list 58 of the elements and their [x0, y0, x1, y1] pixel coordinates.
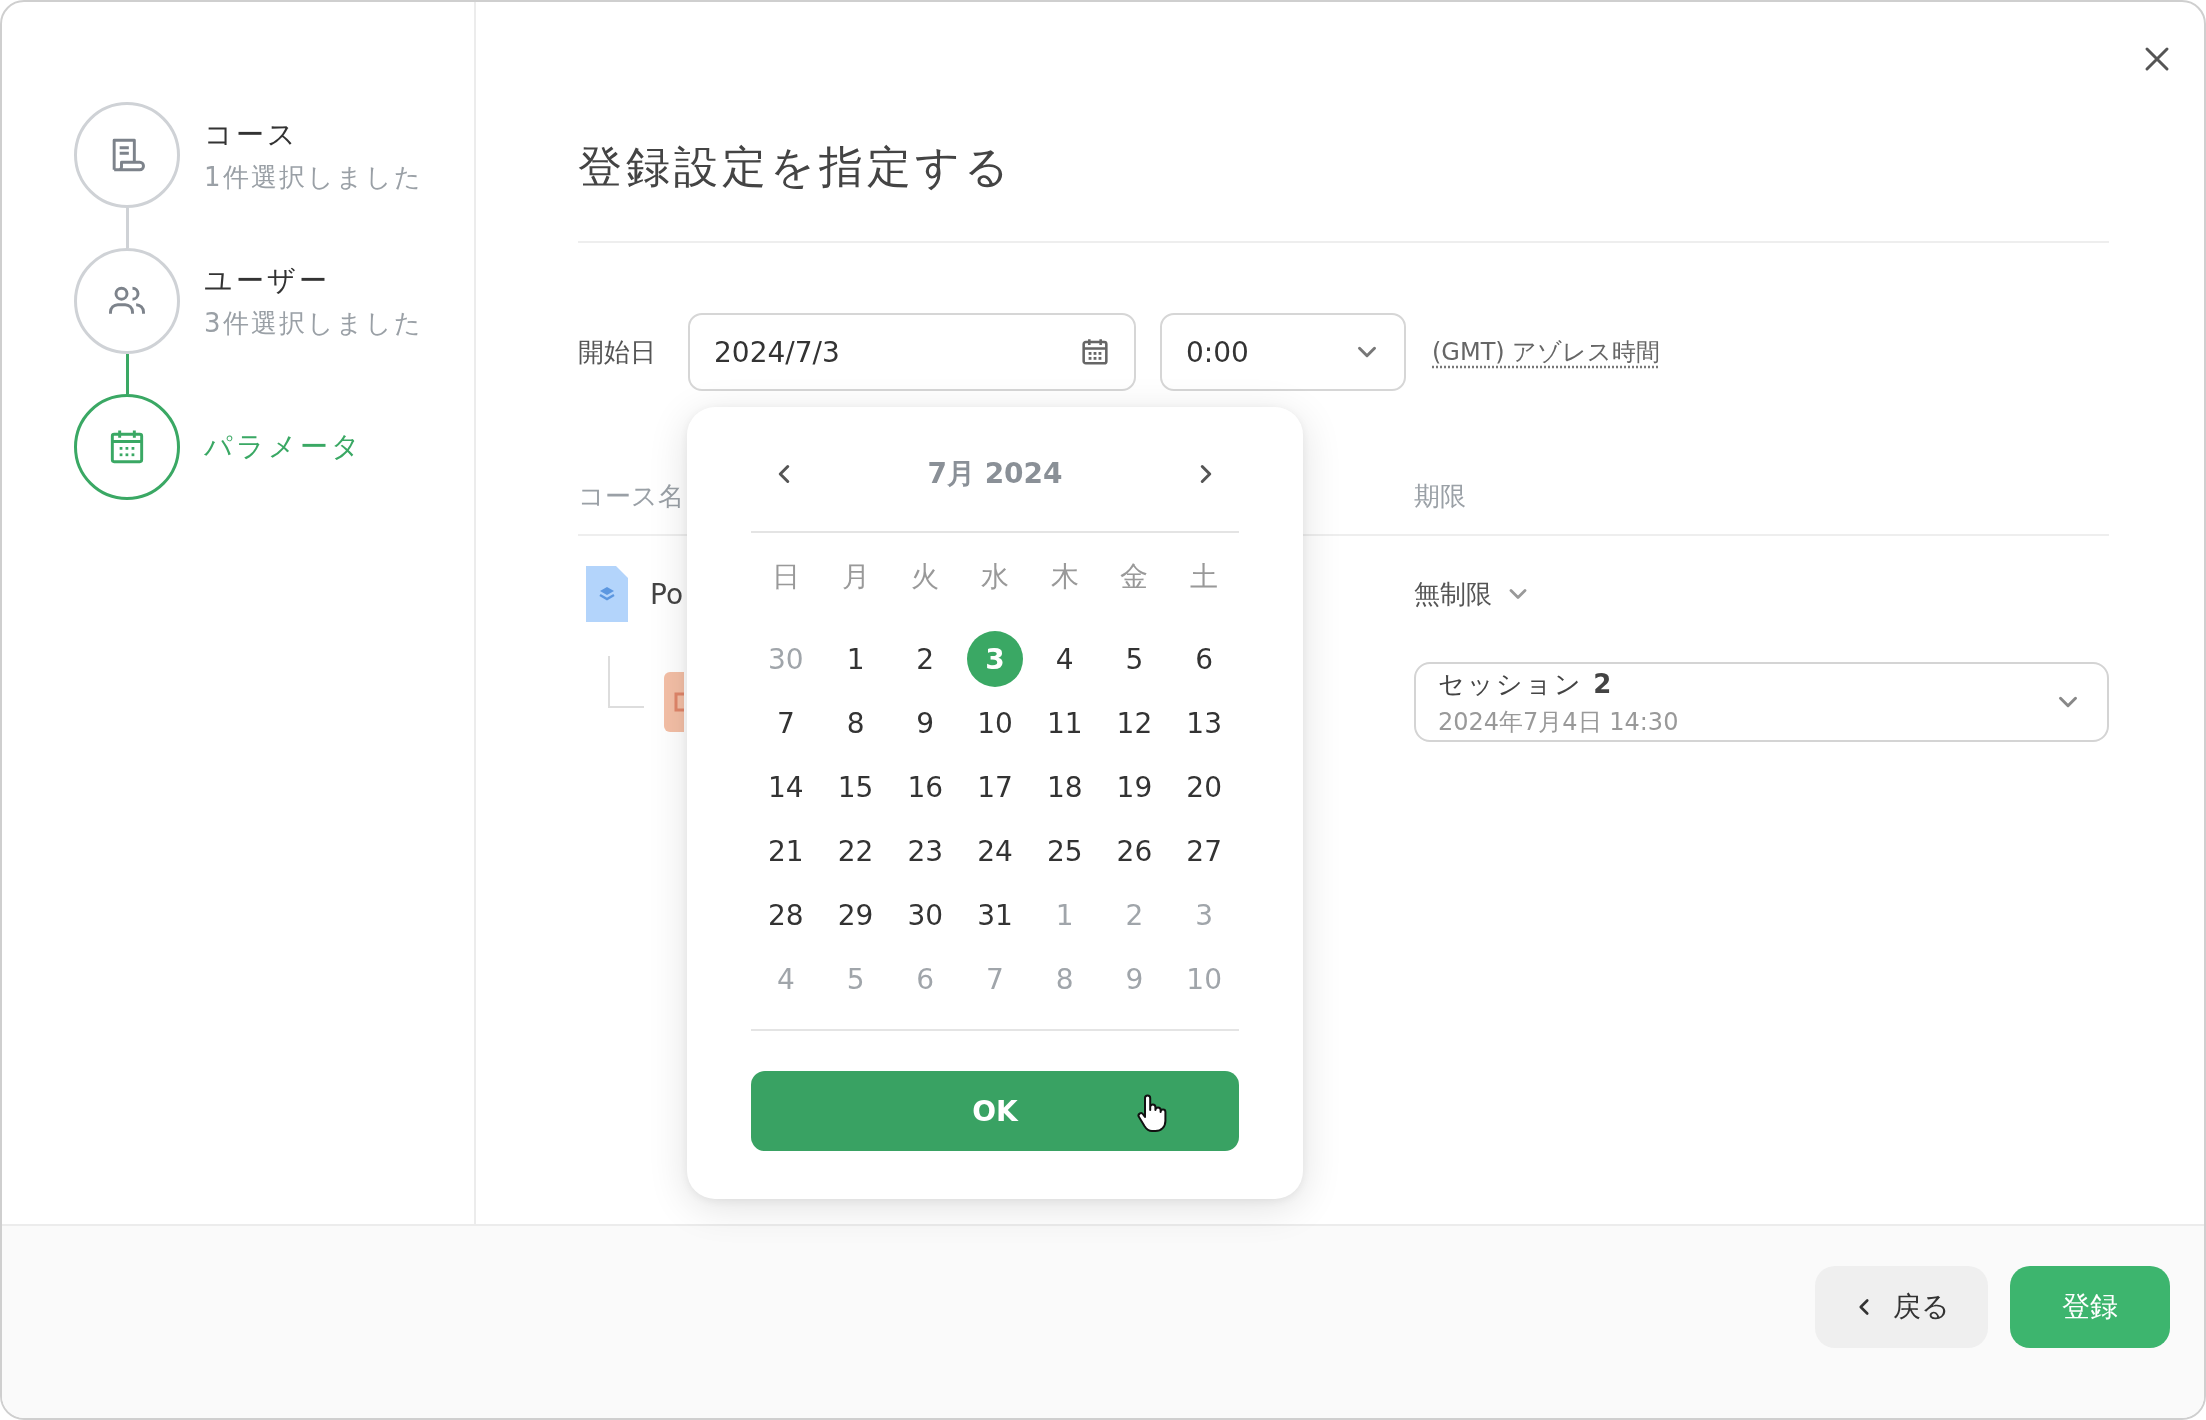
course-name: Po — [650, 577, 684, 611]
calendar-day[interactable]: 22 — [827, 823, 884, 879]
calendar-day[interactable]: 13 — [1176, 695, 1233, 751]
calendar-day[interactable]: 11 — [1036, 695, 1093, 751]
step-title: コース — [204, 116, 300, 153]
weekday-label: 日 — [771, 559, 800, 595]
calendar-day[interactable]: 2 — [897, 631, 954, 687]
calendar-day[interactable]: 6 — [1176, 631, 1233, 687]
calendar-day[interactable]: 12 — [1106, 695, 1163, 751]
weekday-label: 月 — [841, 559, 870, 595]
hand-cursor-icon — [1135, 1093, 1169, 1133]
calendar-day[interactable]: 5 — [1106, 631, 1163, 687]
calendar-day[interactable]: 1 — [827, 631, 884, 687]
calendar-day[interactable]: 19 — [1106, 759, 1163, 815]
session-dropdown[interactable]: セッション 2 2024年7月4日 14:30 — [1414, 662, 2109, 742]
calendar-day[interactable]: 17 — [967, 759, 1023, 815]
calendar-day[interactable]: 10 — [967, 695, 1023, 751]
deadline-dropdown[interactable]: 無制限 — [1414, 576, 1532, 612]
date-field[interactable]: 2024/7/3 — [688, 313, 1136, 391]
calendar-day[interactable]: 14 — [757, 759, 814, 815]
column-header: 期限 — [1414, 480, 1466, 513]
back-button[interactable]: 戻る — [1815, 1266, 1988, 1348]
weekday-label: 金 — [1120, 559, 1149, 595]
weekday-label: 木 — [1050, 559, 1079, 595]
weekday-label: 火 — [911, 559, 940, 595]
calendar-day[interactable]: 29 — [827, 887, 884, 943]
weekday-label: 水 — [981, 559, 1009, 595]
calendar-day[interactable]: 26 — [1106, 823, 1163, 879]
column-header: コース名 — [578, 480, 685, 513]
calendar-day[interactable]: 31 — [967, 887, 1023, 943]
calendar-day[interactable]: 28 — [757, 887, 814, 943]
tree-connector — [608, 656, 644, 708]
calendar-day[interactable]: 7 — [757, 695, 814, 751]
step-subtitle: 1件選択しました — [204, 160, 423, 194]
field-label: 開始日 — [578, 335, 657, 369]
step-subtitle: 3件選択しました — [204, 306, 423, 340]
course-icon — [584, 564, 630, 624]
dialog-title: 登録設定を指定する — [578, 140, 1014, 194]
calendar-day[interactable]: 24 — [967, 823, 1023, 879]
calendar-day[interactable]: 21 — [757, 823, 814, 879]
calendar-day[interactable]: 27 — [1176, 823, 1233, 879]
calendar-day[interactable]: 4 — [1036, 631, 1093, 687]
calendar-day[interactable]: 16 — [897, 759, 954, 815]
session-icon — [664, 672, 684, 732]
calendar-day[interactable]: 30 — [897, 887, 954, 943]
step-title: パラメータ — [204, 429, 363, 465]
calendar-day[interactable]: 23 — [897, 823, 954, 879]
calendar-day[interactable]: 25 — [1036, 823, 1093, 879]
calendar-day[interactable]: 15 — [827, 759, 884, 815]
step-title: ユーザー — [204, 262, 331, 299]
weekday-label: 土 — [1190, 559, 1219, 595]
timezone-link[interactable]: (GMT) アゾレス時間 — [1432, 336, 1661, 368]
calendar-day[interactable]: 8 — [827, 695, 884, 751]
calendar-day[interactable]: 9 — [897, 695, 954, 751]
calendar-day[interactable]: 20 — [1176, 759, 1233, 815]
time-dropdown[interactable]: 0:00 — [1160, 313, 1406, 391]
calendar-day[interactable]: 18 — [1036, 759, 1093, 815]
month-label: 7月 2024 — [927, 456, 1063, 492]
